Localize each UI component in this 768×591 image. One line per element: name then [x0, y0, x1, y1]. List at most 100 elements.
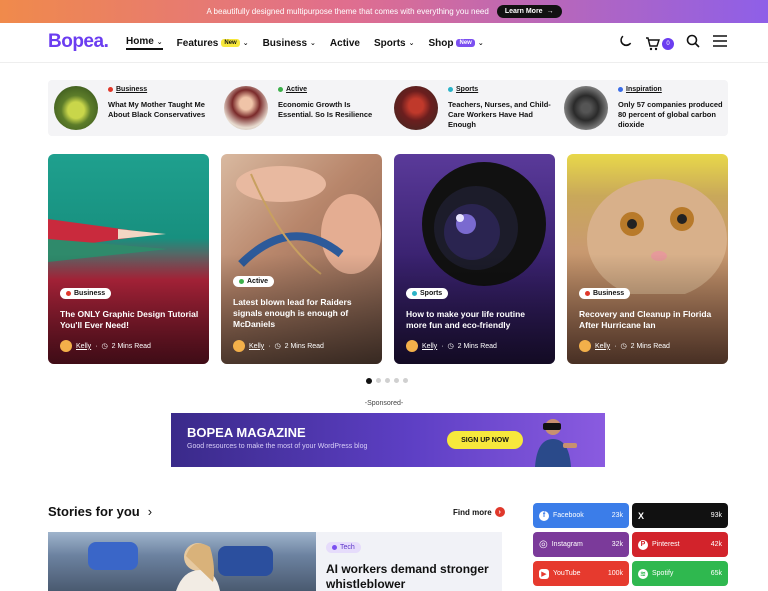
clock-icon: ◷ [620, 343, 627, 350]
mini-post-category[interactable]: Sports [448, 86, 478, 93]
read-time: 2 Mins Read [284, 342, 324, 350]
pagination-dot[interactable] [394, 378, 399, 383]
featured-cards-carousel: Business The ONLY Graphic Design Tutoria… [48, 154, 728, 364]
arrow-right-icon: › [494, 507, 505, 517]
dark-mode-icon[interactable] [619, 34, 633, 53]
mini-post-category[interactable]: Inspiration [618, 86, 662, 93]
mini-post-title[interactable]: What My Mother Taught Me About Black Con… [108, 100, 216, 120]
youtube-button[interactable]: ▶ YouTube 100k [533, 561, 629, 586]
social-count: 93k [710, 512, 722, 519]
nav-home-label: Home [126, 36, 154, 47]
nav-active-label: Active [329, 37, 360, 49]
menu-icon[interactable] [712, 34, 728, 53]
pinterest-button[interactable]: P Pinterest 42k [632, 532, 728, 557]
post-card[interactable]: Business The ONLY Graphic Design Tutoria… [48, 154, 209, 364]
card-category-badge[interactable]: Active [233, 276, 275, 287]
mini-post-category[interactable]: Business [108, 86, 147, 93]
post-card[interactable]: Business Recovery and Cleanup in Florida… [567, 154, 728, 364]
banner-title: BOPEA MAGAZINE [187, 425, 306, 440]
stories-heading[interactable]: Stories for you › [48, 504, 152, 519]
pagination-dot[interactable] [376, 378, 381, 383]
category-label: Sports [456, 86, 479, 93]
clock-icon: ◷ [447, 343, 454, 350]
card-category-badge[interactable]: Sports [406, 288, 449, 299]
nav-home[interactable]: Home ⌄ [126, 36, 163, 50]
banner-subtitle: Good resources to make the most of your … [187, 443, 368, 450]
sign-up-button[interactable]: SIGN UP NOW [447, 431, 523, 449]
read-time: 2 Mins Read [457, 342, 497, 350]
card-meta: Kelly · ◷ 2 Mins Read [579, 340, 670, 352]
mini-post-title[interactable]: Only 57 companies produced 80 percent of… [618, 100, 726, 130]
social-counters: f Facebook 23k X 93k ◎ Instagram 32k P Pintere… [533, 503, 728, 586]
site-logo[interactable]: Bopea. [48, 31, 109, 53]
mini-post-title[interactable]: Teachers, Nurses, and Child-Care Workers… [448, 100, 556, 130]
pagination-dot[interactable] [403, 378, 408, 383]
promo-text: A beautifully designed multipurpose them… [206, 7, 489, 16]
facebook-icon: f [539, 510, 549, 521]
avatar [60, 340, 72, 352]
story-category-badge[interactable]: Tech [326, 542, 361, 553]
pagination-dot[interactable] [366, 378, 372, 384]
mini-post[interactable]: Inspiration Only 57 companies produced 8… [558, 80, 728, 136]
nav-shop[interactable]: Shop New ⌄ [428, 38, 483, 49]
category-label: Active [286, 86, 308, 93]
social-count: 42k [710, 541, 722, 548]
avatar [579, 340, 591, 352]
category-label: Sports [420, 290, 443, 297]
author-link[interactable]: Kelly [595, 343, 610, 350]
author-link[interactable]: Kelly [249, 343, 264, 350]
story-title[interactable]: AI workers demand stronger whistleblower [326, 562, 496, 591]
x-button[interactable]: X 93k [632, 503, 728, 528]
nav-active[interactable]: Active [330, 38, 360, 49]
vr-person-image [535, 419, 577, 467]
arrow-right-icon: → [546, 8, 554, 15]
mini-post-thumbnail[interactable] [224, 86, 268, 130]
spotify-button[interactable]: ≋ Spotify 65k [632, 561, 728, 586]
find-more-link[interactable]: Find more › [453, 507, 505, 517]
mini-post[interactable]: Active Economic Growth Is Essential. So … [218, 80, 388, 136]
card-title[interactable]: The ONLY Graphic Design Tutorial You'll … [60, 309, 202, 331]
header-actions: 0 [619, 34, 728, 53]
cart-icon [646, 36, 660, 50]
post-card[interactable]: Active Latest blown lead for Raiders sig… [221, 154, 382, 364]
card-title[interactable]: Recovery and Cleanup in Florida After Hu… [579, 309, 721, 331]
mini-post-thumbnail[interactable] [564, 86, 608, 130]
learn-more-button[interactable]: Learn More → [496, 5, 562, 18]
card-category-badge[interactable]: Business [60, 288, 112, 299]
author-link[interactable]: Kelly [76, 343, 91, 350]
card-meta: Kelly · ◷ 2 Mins Read [406, 340, 497, 352]
cart-count-badge: 0 [662, 37, 674, 50]
instagram-button[interactable]: ◎ Instagram 32k [533, 532, 629, 557]
logo-text: Bopea [48, 31, 104, 52]
mini-post-thumbnail[interactable] [54, 86, 98, 130]
card-category-badge[interactable]: Business [579, 288, 631, 299]
social-label: Instagram [551, 541, 583, 548]
category-label: Business [74, 290, 106, 297]
author-link[interactable]: Kelly [422, 343, 437, 350]
clock-icon: ◷ [274, 343, 281, 350]
sponsored-banner[interactable]: BOPEA MAGAZINE Good resources to make th… [171, 413, 605, 467]
nav-sports[interactable]: Sports ⌄ [374, 38, 415, 49]
nav-features[interactable]: Features New ⌄ [177, 38, 249, 49]
card-title[interactable]: Latest blown lead for Raiders signals en… [233, 297, 375, 330]
social-label: YouTube [553, 570, 581, 577]
category-label: Active [247, 278, 269, 285]
story-image[interactable] [48, 532, 316, 591]
stories-title-text: Stories for you [48, 504, 140, 519]
mini-post-thumbnail[interactable] [394, 86, 438, 130]
post-card[interactable]: Sports How to make your life routine mor… [394, 154, 555, 364]
mini-post[interactable]: Business What My Mother Taught Me About … [48, 80, 218, 136]
nav-business[interactable]: Business ⌄ [263, 38, 316, 49]
pagination-dot[interactable] [385, 378, 390, 383]
search-icon[interactable] [686, 34, 700, 53]
chevron-down-icon: ⌄ [477, 40, 484, 47]
cart-button[interactable]: 0 [645, 36, 674, 51]
chevron-right-icon: › [147, 504, 153, 519]
card-title[interactable]: How to make your life routine more fun a… [406, 309, 548, 331]
social-label: Spotify [652, 570, 674, 577]
mini-post-category[interactable]: Active [278, 86, 307, 93]
learn-more-label: Learn More [504, 8, 543, 15]
mini-post[interactable]: Sports Teachers, Nurses, and Child-Care … [388, 80, 558, 136]
facebook-button[interactable]: f Facebook 23k [533, 503, 629, 528]
mini-post-title[interactable]: Economic Growth Is Essential. So Is Resi… [278, 100, 386, 120]
